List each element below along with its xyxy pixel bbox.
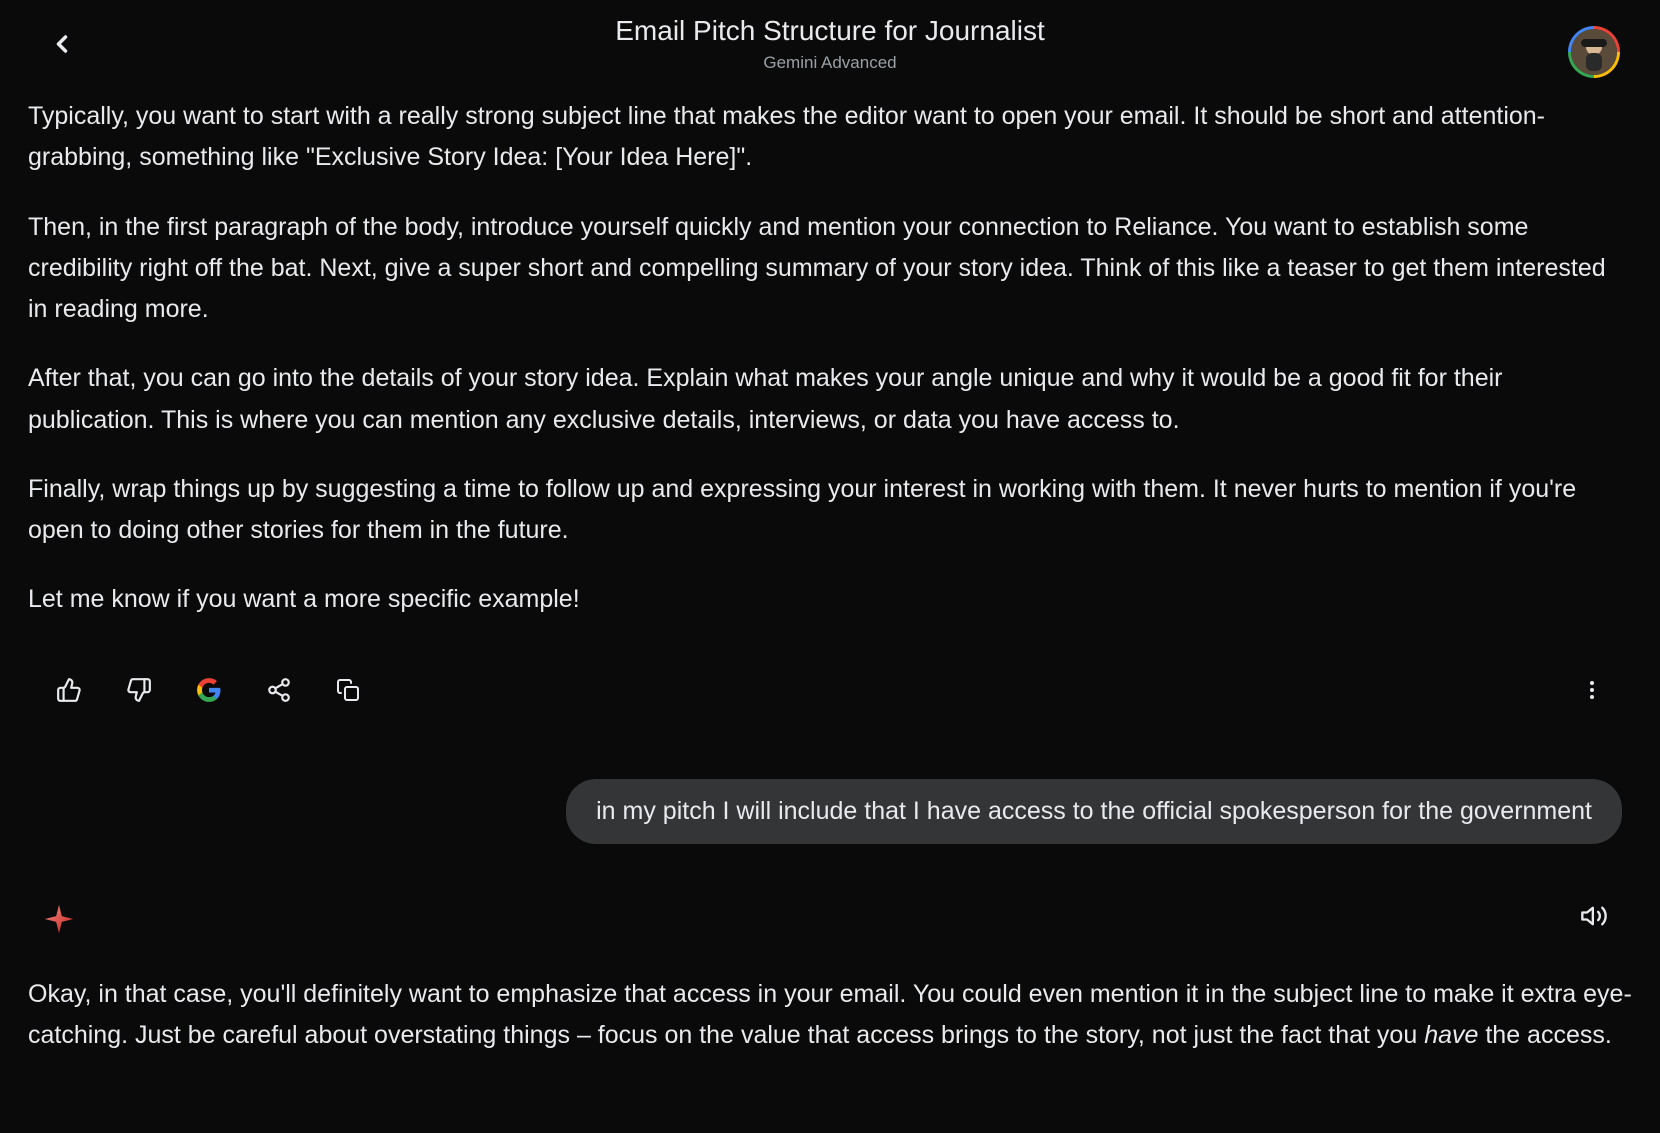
back-button[interactable] — [40, 22, 84, 66]
speaker-icon — [1580, 902, 1608, 930]
copy-button[interactable] — [332, 674, 364, 706]
back-icon — [48, 30, 76, 58]
assistant-paragraph: Typically, you want to start with a real… — [28, 96, 1632, 179]
google-button[interactable] — [192, 673, 226, 707]
more-button[interactable] — [1576, 674, 1608, 706]
assistant-text-em: have — [1424, 1021, 1478, 1049]
assistant-paragraph: Okay, in that case, you'll definitely wa… — [28, 974, 1632, 1057]
share-button[interactable] — [262, 673, 296, 707]
assistant-paragraph: Let me know if you want a more specific … — [28, 579, 1632, 620]
user-avatar — [1571, 29, 1617, 75]
assistant-paragraph: Then, in the first paragraph of the body… — [28, 207, 1632, 331]
assistant-text: Okay, in that case, you'll definitely wa… — [28, 980, 1632, 1049]
spark-icon — [42, 902, 76, 941]
header: Email Pitch Structure for Journalist Gem… — [0, 0, 1660, 76]
share-icon — [266, 677, 292, 703]
user-avatar-button[interactable] — [1568, 26, 1620, 78]
assistant-message-2: Okay, in that case, you'll definitely wa… — [28, 914, 1632, 1057]
conversation-content: Typically, you want to start with a real… — [0, 76, 1660, 1133]
google-icon — [196, 677, 222, 703]
user-message-row: in my pitch I will include that I have a… — [28, 779, 1632, 844]
page-subtitle: Gemini Advanced — [615, 53, 1045, 73]
copy-icon — [336, 678, 360, 702]
more-icon — [1580, 678, 1604, 702]
thumbs-down-icon — [126, 677, 152, 703]
assistant-paragraph: Finally, wrap things up by suggesting a … — [28, 469, 1632, 552]
user-message: in my pitch I will include that I have a… — [566, 779, 1622, 844]
assistant-text: the access. — [1478, 1021, 1611, 1049]
assistant-message-1: Typically, you want to start with a real… — [28, 96, 1632, 621]
thumbs-up-button[interactable] — [52, 673, 86, 707]
header-center: Email Pitch Structure for Journalist Gem… — [615, 15, 1045, 73]
thumbs-down-button[interactable] — [122, 673, 156, 707]
message-actions — [28, 649, 1632, 719]
thumbs-up-icon — [56, 677, 82, 703]
speaker-button[interactable] — [1580, 902, 1608, 933]
page-title: Email Pitch Structure for Journalist — [615, 15, 1045, 47]
assistant-paragraph: After that, you can go into the details … — [28, 358, 1632, 441]
